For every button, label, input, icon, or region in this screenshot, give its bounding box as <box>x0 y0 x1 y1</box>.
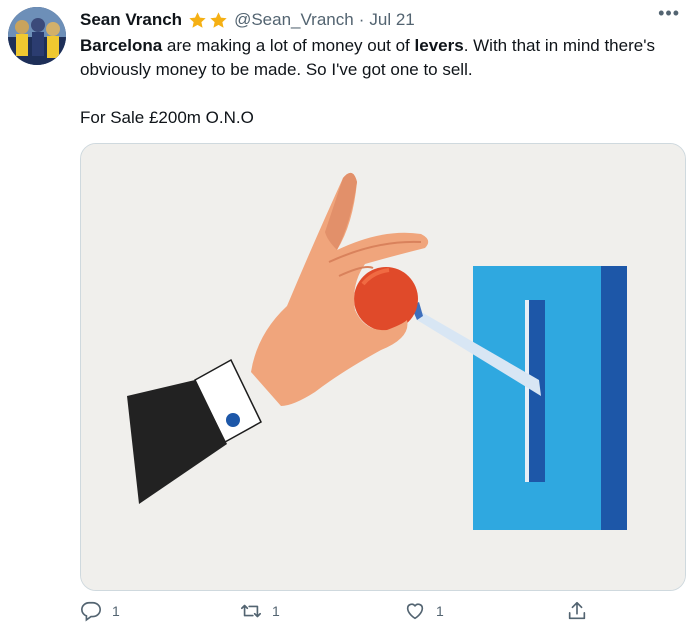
retweet-count: 1 <box>272 603 280 619</box>
share-button[interactable] <box>566 600 588 622</box>
separator-dot: · <box>358 10 365 29</box>
star-icon <box>210 11 227 28</box>
tweet-text-line-1: Barcelona are making a lot of money out … <box>80 34 680 82</box>
like-count: 1 <box>436 603 444 619</box>
tweet-media[interactable] <box>80 143 686 591</box>
star-icon <box>189 11 206 28</box>
hashtag-barcelona: Barcelona <box>80 36 163 55</box>
author-name[interactable]: Sean Vranch <box>80 10 182 30</box>
tweet-actions: 1 1 1 <box>80 600 600 630</box>
reply-button[interactable]: 1 <box>80 600 120 622</box>
share-icon <box>568 601 586 620</box>
tweet-header: Sean Vranch @Sean_Vranch · Jul 21 <box>80 9 684 31</box>
avatar[interactable] <box>8 7 66 65</box>
tweet-text-line-2: For Sale £200m O.N.O <box>80 108 254 127</box>
heart-icon <box>406 603 424 620</box>
lever-illustration <box>81 144 685 590</box>
tweet-text: Barcelona are making a lot of money out … <box>80 34 680 130</box>
retweet-button[interactable]: 1 <box>240 600 280 622</box>
author-handle[interactable]: @Sean_Vranch <box>234 10 354 30</box>
reply-count: 1 <box>112 603 120 619</box>
cufflink <box>226 413 240 427</box>
more-options-icon[interactable]: ••• <box>658 4 680 22</box>
tweet-date[interactable]: Jul 21 <box>369 10 414 30</box>
avatar-image <box>8 7 66 65</box>
like-button[interactable]: 1 <box>404 600 444 622</box>
text-fragment: are making a lot of money out of <box>162 36 415 55</box>
lever-knob <box>354 267 418 331</box>
retweet-icon <box>241 604 261 618</box>
star-emojis <box>188 11 228 30</box>
word-levers: levers <box>414 36 464 55</box>
reply-icon <box>81 601 101 622</box>
